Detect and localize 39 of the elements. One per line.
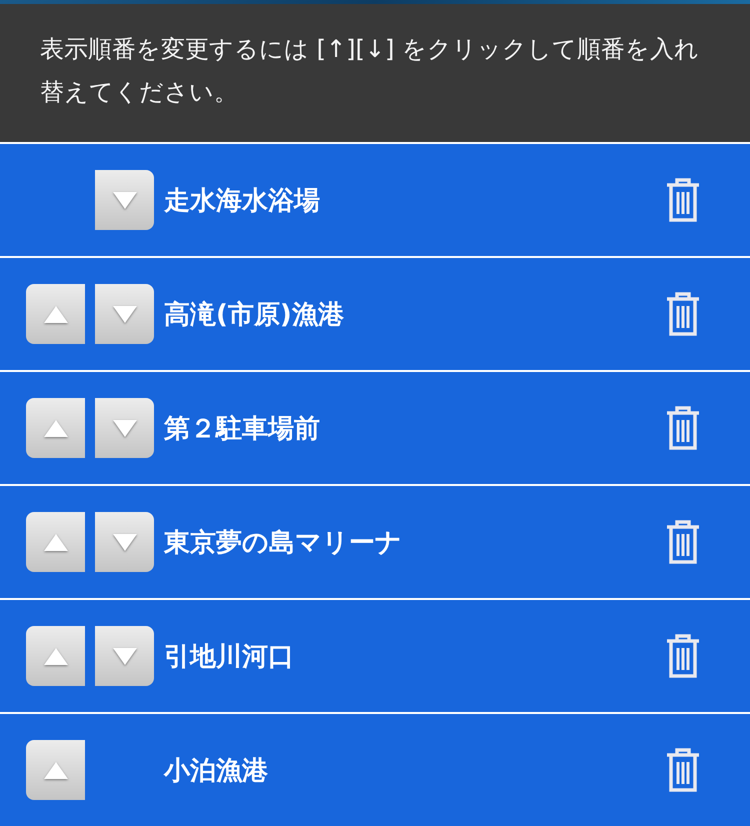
location-name: 走水海水浴場 bbox=[164, 184, 321, 218]
down-triangle-icon bbox=[112, 420, 136, 436]
delete-button[interactable] bbox=[664, 405, 702, 451]
trash-icon bbox=[664, 177, 702, 223]
trash-icon bbox=[664, 291, 702, 337]
delete-button[interactable] bbox=[664, 291, 702, 337]
location-name: 小泊漁港 bbox=[164, 754, 269, 788]
delete-button[interactable] bbox=[664, 177, 702, 223]
trash-icon bbox=[664, 633, 702, 679]
move-down-button[interactable] bbox=[95, 170, 154, 230]
delete-button[interactable] bbox=[664, 633, 702, 679]
up-triangle-icon bbox=[44, 762, 68, 778]
up-triangle-icon bbox=[44, 534, 68, 550]
move-down-button[interactable] bbox=[95, 626, 154, 686]
up-triangle-icon bbox=[44, 420, 68, 436]
up-triangle-icon bbox=[44, 306, 68, 322]
trash-icon bbox=[664, 519, 702, 565]
move-down-button[interactable] bbox=[95, 284, 154, 344]
move-up-button[interactable] bbox=[26, 740, 85, 800]
trash-icon bbox=[664, 405, 702, 451]
move-up-button[interactable] bbox=[26, 626, 85, 686]
down-triangle-icon bbox=[112, 192, 136, 208]
location-name: 第２駐車場前 bbox=[164, 412, 321, 446]
trash-icon bbox=[664, 747, 702, 793]
move-up-button[interactable] bbox=[26, 284, 85, 344]
down-triangle-icon bbox=[112, 306, 136, 322]
location-name: 東京夢の島マリーナ bbox=[164, 526, 403, 560]
move-up-button[interactable] bbox=[26, 398, 85, 458]
move-up-button[interactable] bbox=[26, 512, 85, 572]
down-triangle-icon bbox=[112, 534, 136, 550]
up-triangle-icon bbox=[44, 648, 68, 664]
delete-button[interactable] bbox=[664, 519, 702, 565]
down-triangle-icon bbox=[112, 648, 136, 664]
instruction-text: 表示順番を変更するには [↑][↓] をクリックして順番を入れ替えてください。 bbox=[40, 34, 700, 108]
location-name: 引地川河口 bbox=[164, 640, 295, 674]
delete-button[interactable] bbox=[664, 747, 702, 793]
move-down-button[interactable] bbox=[95, 512, 154, 572]
location-name: 高滝(市原)漁港 bbox=[164, 298, 345, 332]
move-down-button[interactable] bbox=[95, 398, 154, 458]
